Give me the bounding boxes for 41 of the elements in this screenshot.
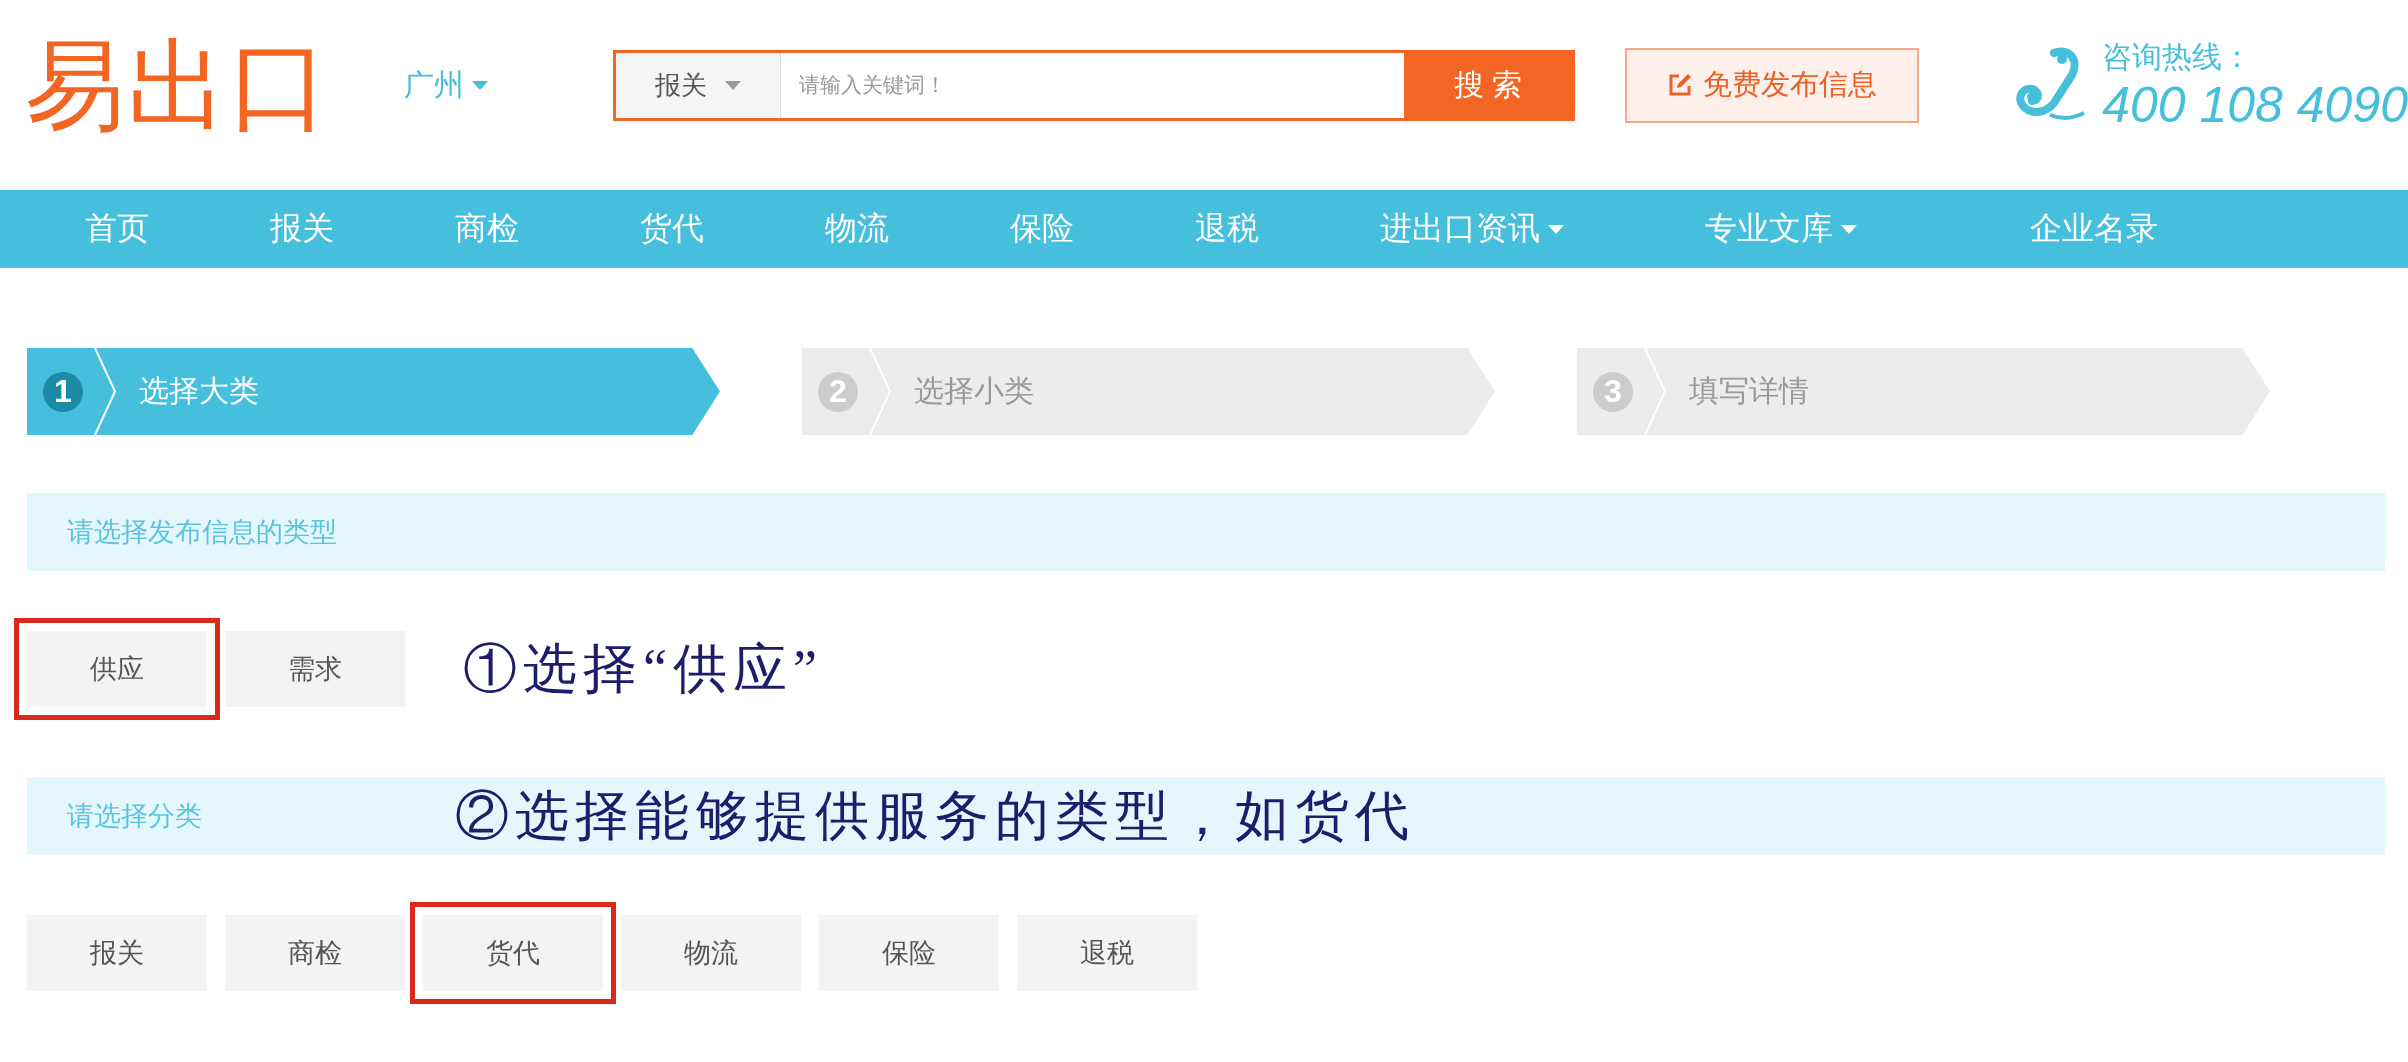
section-title: 请选择分类 [67,800,203,833]
caret-icon [1548,224,1564,234]
search-bar[interactable]: 报关 请输入关键词！ 搜 索 [613,49,1575,121]
caret-icon [1841,224,1857,234]
step-label: 选择小类 [914,373,1034,409]
option-button[interactable]: 退税 [1017,915,1197,991]
step-number: 1 [43,371,83,412]
nav-link[interactable]: 保险 [1010,207,1195,251]
nav-link[interactable]: 退税 [1195,207,1380,251]
nav-link[interactable]: 专业文库 [1705,207,2030,251]
nav-link[interactable]: 货代 [640,207,825,251]
search-button[interactable]: 搜 索 [1404,52,1572,118]
hotline-number: 400 108 4090 [2102,78,2408,133]
option-button[interactable]: 商检 [225,915,405,991]
nav-link[interactable]: 商检 [455,207,640,251]
site-logo[interactable]: 易出口 [25,35,354,135]
option-button[interactable]: 物流 [621,915,801,991]
chevron-icon [93,348,117,435]
option-button[interactable]: 保险 [819,915,999,991]
section-title: 请选择发布信息的类型 [67,516,338,549]
annotation-text: ①选择“供应” [463,637,823,701]
nav-link[interactable]: 进出口资讯 [1380,207,1705,251]
caret-icon [472,80,488,90]
option-button[interactable]: 需求 [225,631,405,707]
search-category-dropdown[interactable]: 报关 [616,52,781,118]
search-field[interactable]: 请输入关键词！ [781,52,1404,118]
option-button[interactable]: 供应 [14,618,220,720]
city-selector[interactable]: 广州 [404,64,488,106]
hotline-label: 咨询热线： [2102,39,2254,75]
step-label: 选择大类 [139,373,259,409]
step-label: 填写详情 [1689,373,1809,409]
option-button[interactable]: 报关 [27,915,207,991]
publish-button[interactable]: 免费发布信息 [1625,47,1920,123]
edit-icon [1667,72,1694,98]
caret-icon [725,80,741,90]
annotation-text: ②选择能够提供服务的类型，如货代 [455,784,1415,848]
option-button[interactable]: 货代 [410,902,616,1004]
nav-link[interactable]: 首页 [85,207,270,251]
nav-link[interactable]: 报关 [270,207,455,251]
nav-link[interactable]: 物流 [825,207,1010,251]
nav-link[interactable]: 企业名录 [2030,207,2215,251]
